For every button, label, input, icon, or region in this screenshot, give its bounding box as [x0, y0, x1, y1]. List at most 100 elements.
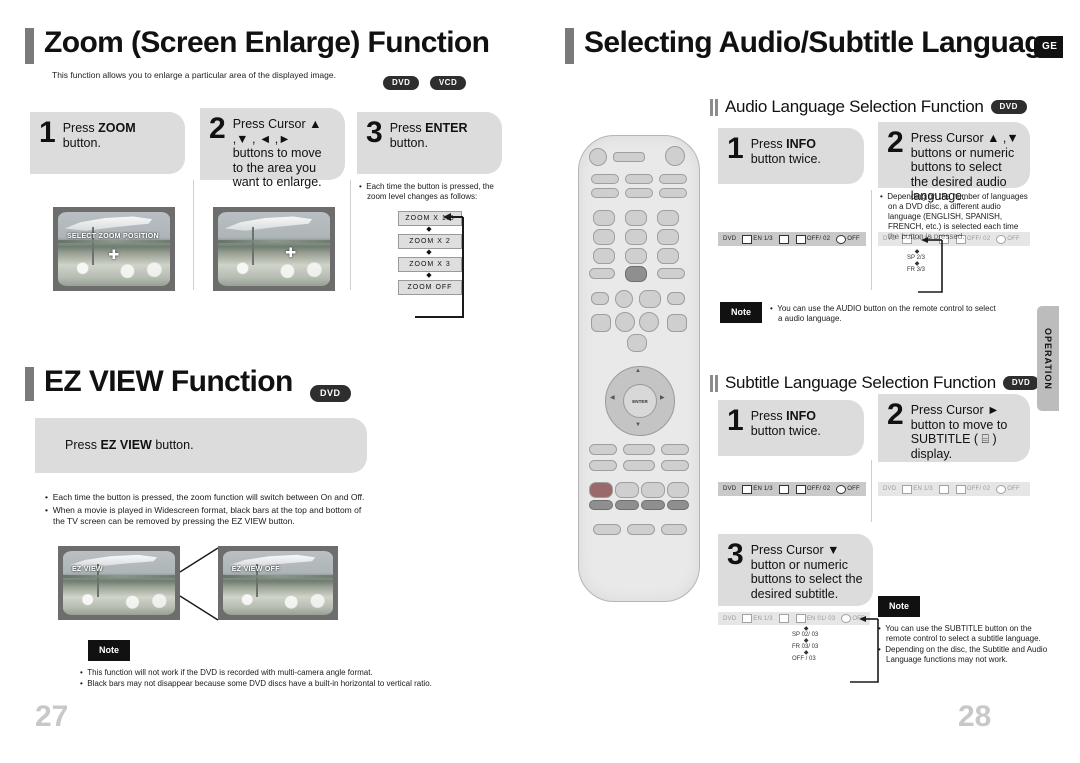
- language-corner-badge: GE: [1034, 36, 1064, 58]
- remote-info-button: [661, 444, 689, 455]
- remote-aux-button: [659, 174, 687, 184]
- remote-repeat-button: [589, 460, 617, 471]
- tv-screen-select-zoom-position: SELECT ZOOM POSITION ✚: [53, 207, 175, 291]
- step-card-subtitle-3: 3 Press Cursor ▼ button or numeric butto…: [718, 534, 873, 606]
- remote-p-scan-button: [661, 524, 687, 535]
- audio-flow-loop-arrow: [918, 237, 943, 293]
- heading-accent-bar: [25, 367, 34, 401]
- remote-menu-button: [623, 444, 655, 455]
- step-text: Press Cursor ▼ button or numeric buttons…: [750, 543, 863, 601]
- step-text-a: Press: [389, 121, 426, 135]
- audio-language-section-heading: Audio Language Selection Function DVD: [710, 97, 1027, 117]
- osd-subtitle-value: EN 01/ 03: [806, 615, 836, 622]
- note-badge: Note: [878, 596, 920, 617]
- osd-repeat-indicator: OFF: [836, 234, 860, 244]
- step-text: Press Cursor ▲ ,▼ , ◄ ,► buttons to move…: [232, 117, 322, 189]
- repeat-icon: [996, 234, 1007, 244]
- subtitle-icon: [955, 234, 966, 244]
- remote-volume-up-button: [639, 312, 659, 332]
- repeat-icon: [836, 484, 847, 494]
- remote-tuning-down-button: [591, 314, 611, 332]
- remote-ezview-indicator: [641, 500, 665, 510]
- ez-view-connector-lines: [179, 547, 219, 621]
- audio-note-1: You can use the AUDIO button on the remo…: [770, 304, 1000, 324]
- cursor-left-icon: ◀: [610, 395, 615, 401]
- osd-angle-indicator: [938, 484, 950, 494]
- zoom-function-title: Zoom (Screen Enlarge) Function: [44, 26, 490, 59]
- remote-control-illustration: ▲ ▼ ◀ ▶ ENTER: [578, 135, 700, 602]
- osd-audio-value: EN 1/3: [753, 615, 773, 622]
- audio-note-block: Note You can use the AUDIO button on the…: [720, 302, 1020, 325]
- osd-repeat-value: OFF: [847, 486, 860, 492]
- osd-audio-indicator: EN 1/3: [742, 614, 773, 623]
- osd-audio-value: EN 1/3: [753, 236, 773, 242]
- audio-notes: You can use the AUDIO button on the remo…: [770, 302, 1000, 325]
- tv-screen-zoom-area: ✚: [213, 207, 335, 291]
- audio-icon: [742, 614, 753, 623]
- osd-subtitle-indicator: OFF/ 02: [955, 484, 991, 494]
- remote-enter-button: ENTER: [623, 384, 657, 418]
- audio-subtitle-title: Selecting Audio/Subtitle Language: [584, 26, 1059, 59]
- remote-dvd-receiver-button: [591, 174, 619, 184]
- ez-view-note-2: Black bars may not disappear because som…: [80, 679, 490, 689]
- side-tab-label: OPERATION: [1043, 327, 1053, 390]
- remote-test-tone-button: [593, 524, 621, 535]
- remote-return-button: [589, 444, 617, 455]
- angle-icon: [938, 484, 949, 494]
- step-card-zoom-2: 2 Press Cursor ▲ ,▼ , ◄ ,► buttons to mo…: [200, 108, 345, 189]
- badge-dvd-subtitle: DVD: [1002, 376, 1040, 390]
- disc-badges-zoom: DVD VCD: [383, 74, 467, 92]
- step-text-b: ENTER: [425, 121, 468, 135]
- umbrella-graphic: [224, 216, 313, 231]
- remote-dsp-indicator: [667, 500, 689, 510]
- cursor-down-icon: ▼: [635, 422, 641, 428]
- remote-ez-view-button: [641, 482, 665, 498]
- remote-angle-button: [661, 460, 689, 471]
- step-text: Press ENTER button.: [390, 120, 492, 164]
- subtitle-note-1: You can use the SUBTITLE button on the r…: [878, 624, 1058, 644]
- badge-dvd: DVD: [383, 75, 420, 90]
- remote-numeric-2: [625, 210, 647, 226]
- subtitle-language-heading-text: Subtitle Language Selection Function: [725, 373, 996, 392]
- step-text-b: ZOOM: [98, 121, 136, 135]
- osd-disc-type: DVD: [883, 236, 897, 242]
- remote-dsp-button: [667, 482, 689, 498]
- step-number: 1: [39, 116, 56, 149]
- angle-icon: [778, 484, 789, 494]
- subtitle-notes: You can use the SUBTITLE button on the r…: [878, 622, 1058, 666]
- osd-status-bar-subtitle-1: DVD EN 1/3 OFF/ 02 OFF: [718, 482, 866, 496]
- remote-logo-button: [623, 460, 655, 471]
- remote-mute-button: [627, 334, 647, 352]
- subtitle-icon: [795, 484, 806, 494]
- osd-subtitle-indicator: EN 01/ 03: [795, 614, 836, 623]
- repeat-icon: [836, 234, 847, 244]
- osd-subtitle-indicator: OFF/ 02: [795, 234, 831, 244]
- page-number-left: 27: [35, 700, 69, 733]
- osd-subtitle-value: OFF/ 02: [966, 486, 991, 492]
- tv-osd-label: EZ VIEW: [71, 566, 103, 574]
- remote-numeric-8: [625, 248, 647, 264]
- osd-repeat-value: OFF: [1007, 236, 1020, 242]
- osd-audio-indicator: EN 1/3: [902, 484, 933, 494]
- remote-open-close-button: [613, 152, 645, 162]
- column-divider-subtitle: [871, 460, 872, 522]
- subtitle-note-badge-block: Note: [878, 596, 928, 617]
- remote-numeric-6: [657, 229, 679, 245]
- tv-osd-label: SELECT ZOOM POSITION: [66, 232, 159, 240]
- remote-cancel-button: [657, 268, 685, 279]
- remote-prev-button: [591, 292, 609, 305]
- remote-numeric-4: [593, 229, 615, 245]
- step-text-c: button twice.: [750, 423, 821, 438]
- zoom-level-note: Each time the button is pressed, the zoo…: [359, 182, 507, 204]
- osd-subtitle-value: OFF/ 02: [806, 236, 831, 242]
- zoom-level-note-text: Each time the button is pressed, the zoo…: [359, 182, 507, 202]
- page-number-right: 28: [958, 700, 992, 733]
- remote-subtitle-button: [589, 268, 615, 279]
- remote-numeric-0: [625, 266, 647, 282]
- osd-audio-value: EN 1/3: [753, 486, 773, 492]
- note-badge: Note: [720, 302, 762, 323]
- remote-next-button: [667, 292, 685, 305]
- remote-sound-edit-button: [627, 524, 655, 535]
- umbrella-pole: [251, 226, 254, 266]
- remote-standby-button: [665, 146, 685, 166]
